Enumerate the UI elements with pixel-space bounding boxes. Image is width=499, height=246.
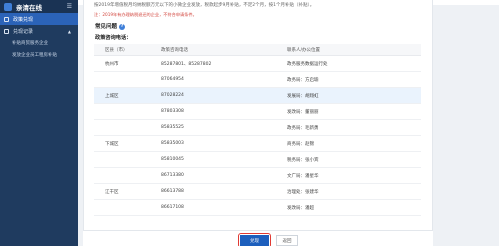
phone-cell: 85810045 <box>161 157 184 162</box>
contact-cell: 政务服务数据运行处 <box>287 61 328 67</box>
sidebar-item-label: 政策兑现 <box>13 16 34 23</box>
district-cell: 下城区 <box>105 141 119 147</box>
sidebar-item-label: 兑现记录 <box>13 28 34 35</box>
policy-note-text: 注：2019年有办理纳税退还的企业，不符合申请条件。 <box>94 12 197 17</box>
table-row: 下城区 85835003 商务局：赵锦 <box>94 136 421 152</box>
phone-cell: 86613788 <box>161 189 184 194</box>
column-header-contact: 联系人/办公位置 <box>287 47 321 53</box>
contact-cell: 发展局：胡翔虹 <box>287 93 319 99</box>
contact-cell: 发改局：潘超 <box>287 205 314 211</box>
phone-cell: 85835003 <box>161 141 184 146</box>
table-row: 87064954 政务局：方启瑜 <box>94 72 421 88</box>
table-row: 杭州市 85287801、85287802 政务服务数据运行处 <box>94 56 421 72</box>
sidebar-subitem-label: 发放企业员工租房补贴 <box>12 53 57 58</box>
phone-cell: 87028224 <box>161 93 184 98</box>
district-cell: 上城区 <box>105 93 119 99</box>
table-row: 86617108 发改局：潘超 <box>94 200 421 216</box>
brand-bar: 亲清在线 ☰ <box>0 0 78 13</box>
table-row-highlighted: 上城区 87028224 发展局：胡翔虹 <box>94 88 421 104</box>
consult-phone-heading: 政策咨询电话： <box>95 35 132 41</box>
faq-heading: 常见问题? <box>95 22 126 30</box>
sidebar: 亲清在线 ☰ 政策兑现 兑现记录 ▲ 补贴商贸服务企业 发放企业员工租房补贴 <box>0 0 78 246</box>
phone-cell: 87803308 <box>161 109 184 114</box>
sidebar-subitem-commerce-subsidy[interactable]: 补贴商贸服务企业 <box>0 37 78 49</box>
faq-heading-label: 常见问题 <box>95 24 118 30</box>
phone-cell: 86617108 <box>161 205 184 210</box>
contact-cell: 税务局：张小宾 <box>287 157 319 163</box>
sidebar-item-redeem-records[interactable]: 兑现记录 ▲ <box>0 25 78 37</box>
contact-cell: 治理处：张建华 <box>287 189 319 195</box>
table-header-row: 区县（市） 政策咨询电话 联系人/办公位置 <box>94 44 421 56</box>
table-row: 86713380 文广局：潘星华 <box>94 168 421 184</box>
column-header-district: 区县（市） <box>105 47 128 53</box>
table-row: 85810045 税务局：张小宾 <box>94 152 421 168</box>
contact-cell: 发改局：董丽丽 <box>287 109 319 115</box>
contact-cell: 商务局：赵锦 <box>287 141 314 147</box>
brand-name: 亲清在线 <box>16 3 42 12</box>
table-row: 江干区 86613788 治理处：张建华 <box>94 184 421 200</box>
brand-logo-icon <box>4 2 12 11</box>
district-cell: 江干区 <box>105 189 119 195</box>
redeem-button[interactable]: 兑现 <box>240 235 269 246</box>
contact-cell: 政务局：方启瑜 <box>287 77 319 83</box>
menu-collapse-icon[interactable]: ☰ <box>67 3 72 10</box>
records-icon <box>4 28 9 34</box>
district-cell: 杭州市 <box>105 61 119 67</box>
bottom-action-bar: 兑现 返回 <box>83 230 433 246</box>
policy-intro-text: 按2019年增值税月均纳税额万元以下的小微企业发放，税款起步9月补贴，不足2个月… <box>94 3 315 8</box>
chevron-up-icon: ▲ <box>67 28 71 34</box>
help-icon[interactable]: ? <box>119 23 126 30</box>
phone-cell: 87064954 <box>161 77 184 82</box>
contact-cell: 文广局：潘星华 <box>287 173 319 179</box>
table-row: 85835525 政务局：毛新勇 <box>94 120 421 136</box>
consult-phone-table: 区县（市） 政策咨询电话 联系人/办公位置 杭州市 85287801、85287… <box>94 44 421 216</box>
column-header-phone: 政策咨询电话 <box>161 47 188 53</box>
phone-cell: 85287801、85287802 <box>161 61 212 67</box>
content-card: 按2019年增值税月均纳税额万元以下的小微企业发放，税款起步9月补贴，不足2个月… <box>83 0 433 246</box>
phone-cell: 85835525 <box>161 125 184 130</box>
table-row: 87803308 发改局：董丽丽 <box>94 104 421 120</box>
sidebar-item-policy-redeem[interactable]: 政策兑现 <box>0 13 78 25</box>
policy-icon <box>4 16 9 22</box>
sidebar-subitem-label: 补贴商贸服务企业 <box>12 41 48 46</box>
contact-cell: 政务局：毛新勇 <box>287 125 319 131</box>
phone-cell: 86713380 <box>161 173 184 178</box>
back-button[interactable]: 返回 <box>276 235 298 246</box>
sidebar-subitem-rent-subsidy[interactable]: 发放企业员工租房补贴 <box>0 49 78 61</box>
